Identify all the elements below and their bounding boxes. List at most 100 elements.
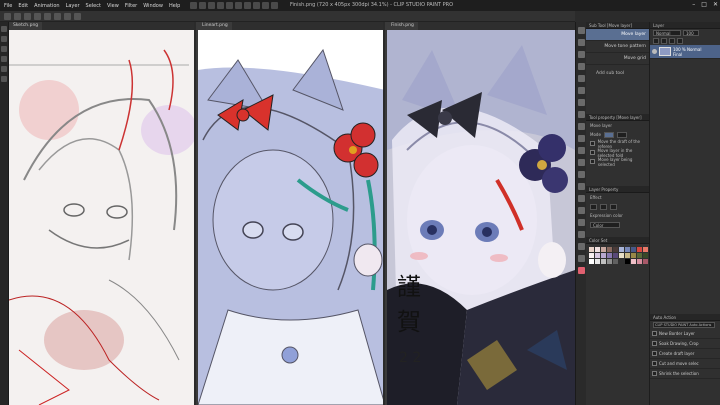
new-file-icon[interactable] — [190, 2, 198, 9]
figure-icon[interactable] — [577, 195, 585, 202]
eyedropper-icon[interactable] — [577, 75, 585, 82]
menu-window[interactable]: Window — [143, 3, 163, 9]
rotate-icon[interactable] — [34, 12, 41, 20]
clip-icon[interactable] — [661, 38, 667, 44]
expression-color-select[interactable]: Color — [590, 221, 620, 228]
canvas-pane-finish[interactable]: Finish.png 謹 賀 2 2 — [387, 22, 575, 405]
color-swatch[interactable] — [601, 259, 606, 264]
color-swatch[interactable] — [607, 247, 612, 252]
blend-icon[interactable] — [577, 159, 585, 166]
color-swatch[interactable] — [595, 253, 600, 258]
auto-action-item[interactable]: New Border Layer — [650, 329, 720, 339]
opacity-field[interactable]: 100 — [683, 30, 699, 36]
fill-tool-icon[interactable] — [577, 171, 585, 178]
menu-file[interactable]: File — [4, 3, 12, 9]
color-swatch[interactable] — [607, 253, 612, 258]
clear-icon[interactable] — [235, 2, 243, 9]
layer-row[interactable]: 100 % Normal Final — [650, 45, 720, 59]
blend-mode-select[interactable]: Normal — [653, 30, 681, 36]
undo-icon[interactable] — [217, 2, 225, 9]
info-icon[interactable] — [1, 76, 7, 82]
color-swatch[interactable] — [625, 259, 630, 264]
color-swatch[interactable] — [607, 259, 612, 264]
snap-icon[interactable] — [64, 12, 71, 20]
selection-icon[interactable] — [4, 12, 11, 20]
checkbox[interactable] — [590, 150, 595, 155]
mask-icon[interactable] — [677, 38, 683, 44]
subtool-move-layer[interactable]: Move layer — [586, 29, 649, 41]
close-button[interactable]: ✕ — [713, 1, 718, 8]
lock-icon[interactable] — [653, 38, 659, 44]
save-icon[interactable] — [208, 2, 216, 9]
mode-option-1[interactable] — [603, 131, 614, 138]
reference-icon[interactable] — [669, 38, 675, 44]
redo-icon[interactable] — [226, 2, 234, 9]
color-swatch[interactable] — [613, 247, 618, 252]
subtool-move-tone-pattern[interactable]: Move tone pattern — [586, 41, 649, 53]
mode-option-2[interactable] — [616, 131, 627, 138]
pen-icon[interactable] — [577, 87, 585, 94]
tab-lineart[interactable]: Lineart.png — [198, 22, 232, 30]
main-color-icon[interactable] — [577, 267, 585, 274]
color-swatch[interactable] — [637, 253, 642, 258]
auto-action-item[interactable]: Create draft layer — [650, 349, 720, 359]
transform-icon[interactable] — [253, 2, 261, 9]
airbrush-icon[interactable] — [577, 123, 585, 130]
eraser-icon[interactable] — [577, 147, 585, 154]
correct-line-icon[interactable] — [577, 255, 585, 262]
color-swatch[interactable] — [643, 253, 648, 258]
checkbox[interactable] — [652, 341, 657, 346]
color-swatch[interactable] — [619, 253, 624, 258]
flip-icon[interactable] — [44, 12, 51, 20]
auto-action-item[interactable]: Soak Drawing, Crop — [650, 339, 720, 349]
add-sub-tool[interactable]: Add sub tool — [586, 65, 649, 76]
show-grid-icon[interactable] — [271, 2, 279, 9]
auto-action-item[interactable]: Shrink the selection — [650, 369, 720, 379]
color-swatch[interactable] — [619, 259, 624, 264]
tab-sketch[interactable]: Sketch.png — [9, 22, 43, 30]
minimize-button[interactable]: – — [692, 1, 695, 8]
checkbox[interactable] — [652, 351, 657, 356]
history-icon[interactable] — [1, 46, 7, 52]
checkbox[interactable] — [652, 331, 657, 336]
color-swatch[interactable] — [595, 259, 600, 264]
effect-border-button[interactable] — [590, 203, 597, 210]
menu-filter[interactable]: Filter — [125, 3, 137, 9]
maximize-button[interactable]: □ — [701, 1, 707, 8]
color-swatch[interactable] — [595, 247, 600, 252]
nav-icon[interactable] — [1, 26, 7, 32]
ruler-icon[interactable] — [54, 12, 61, 20]
text-icon[interactable] — [577, 231, 585, 238]
fill-icon[interactable] — [244, 2, 252, 9]
color-swatch[interactable] — [589, 247, 594, 252]
color-swatch[interactable] — [619, 247, 624, 252]
color-swatch[interactable] — [631, 247, 636, 252]
menu-select[interactable]: Select — [86, 3, 101, 9]
color-swatch[interactable] — [637, 247, 642, 252]
move-tool-icon[interactable] — [577, 51, 585, 58]
color-swatch[interactable] — [631, 253, 636, 258]
select-tool-icon[interactable] — [577, 63, 585, 70]
color-swatch[interactable] — [589, 253, 594, 258]
color-swatch[interactable] — [643, 259, 648, 264]
color-swatch[interactable] — [625, 253, 630, 258]
menu-edit[interactable]: Edit — [18, 3, 28, 9]
zoom-icon[interactable] — [24, 12, 31, 20]
deselect-icon[interactable] — [262, 2, 270, 9]
menu-help[interactable]: Help — [169, 3, 180, 9]
menu-animation[interactable]: Animation — [34, 3, 60, 9]
canvas-pane-sketch[interactable]: Sketch.png — [9, 22, 196, 405]
material-icon[interactable] — [1, 56, 7, 62]
color-swatch[interactable] — [613, 253, 618, 258]
zoom-tool-icon[interactable] — [577, 39, 585, 46]
auto-action-set-select[interactable]: CLIP STUDIO PAINT Auto Actions — [653, 322, 715, 328]
hand-icon[interactable] — [577, 27, 585, 34]
auto-action-item[interactable]: Cut and move selec — [650, 359, 720, 369]
color-swatch[interactable] — [643, 247, 648, 252]
open-file-icon[interactable] — [199, 2, 207, 9]
layer-icon[interactable] — [1, 36, 7, 42]
pencil-icon[interactable] — [577, 99, 585, 106]
search-icon[interactable] — [1, 66, 7, 72]
decoration-icon[interactable] — [577, 135, 585, 142]
canvas-pane-lineart[interactable]: Lineart.png — [198, 22, 385, 405]
